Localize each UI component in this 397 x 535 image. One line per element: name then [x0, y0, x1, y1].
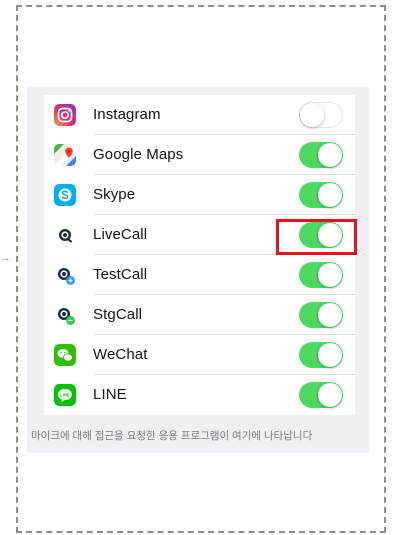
- app-label: LINE: [93, 386, 127, 403]
- stgcall-icon: [54, 304, 76, 326]
- app-label: Google Maps: [93, 146, 184, 163]
- livecall-icon: [54, 224, 76, 246]
- list-item-line: LINE LINE: [44, 375, 355, 415]
- toggle-knob: [300, 103, 324, 127]
- line-toggle[interactable]: [299, 382, 343, 408]
- app-label: TestCall: [93, 266, 148, 283]
- skype-icon: [54, 184, 76, 206]
- connector-arrow-icon: →: [0, 252, 11, 264]
- svg-text:LINE: LINE: [60, 392, 70, 397]
- google-maps-toggle[interactable]: [299, 142, 343, 168]
- list-item-stgcall: StgCall: [44, 295, 355, 335]
- testcall-toggle[interactable]: [299, 262, 343, 288]
- stgcall-toggle[interactable]: [299, 302, 343, 328]
- settings-screen: Instagram Google Maps Skype LiveCall Tes…: [27, 87, 369, 453]
- app-label: WeChat: [93, 346, 148, 363]
- toggle-knob: [318, 143, 342, 167]
- skype-toggle[interactable]: [299, 182, 343, 208]
- wechat-icon: [54, 344, 76, 366]
- instagram-icon: [54, 104, 76, 126]
- google-maps-icon: [54, 144, 76, 166]
- list-item-instagram: Instagram: [44, 95, 355, 135]
- toggle-knob: [318, 263, 342, 287]
- app-permission-list: Instagram Google Maps Skype LiveCall Tes…: [44, 95, 355, 415]
- list-item-wechat: WeChat: [44, 335, 355, 375]
- list-item-testcall: TestCall: [44, 255, 355, 295]
- line-icon: LINE: [54, 384, 76, 406]
- toggle-knob: [318, 183, 342, 207]
- app-label: LiveCall: [93, 226, 148, 243]
- instagram-toggle[interactable]: [299, 102, 343, 128]
- testcall-icon: [54, 264, 76, 286]
- list-item-skype: Skype: [44, 175, 355, 215]
- livecall-toggle-highlight: [276, 219, 357, 255]
- toggle-knob: [318, 303, 342, 327]
- wechat-toggle[interactable]: [299, 342, 343, 368]
- list-item-google-maps: Google Maps: [44, 135, 355, 175]
- microphone-access-note: 마이크에 대해 접근을 요청한 응용 프로그램이 여기에 나타납니다: [31, 430, 313, 442]
- toggle-knob: [318, 383, 342, 407]
- app-label: Skype: [93, 186, 136, 203]
- toggle-knob: [318, 343, 342, 367]
- app-label: StgCall: [93, 306, 143, 323]
- app-label: Instagram: [93, 106, 161, 123]
